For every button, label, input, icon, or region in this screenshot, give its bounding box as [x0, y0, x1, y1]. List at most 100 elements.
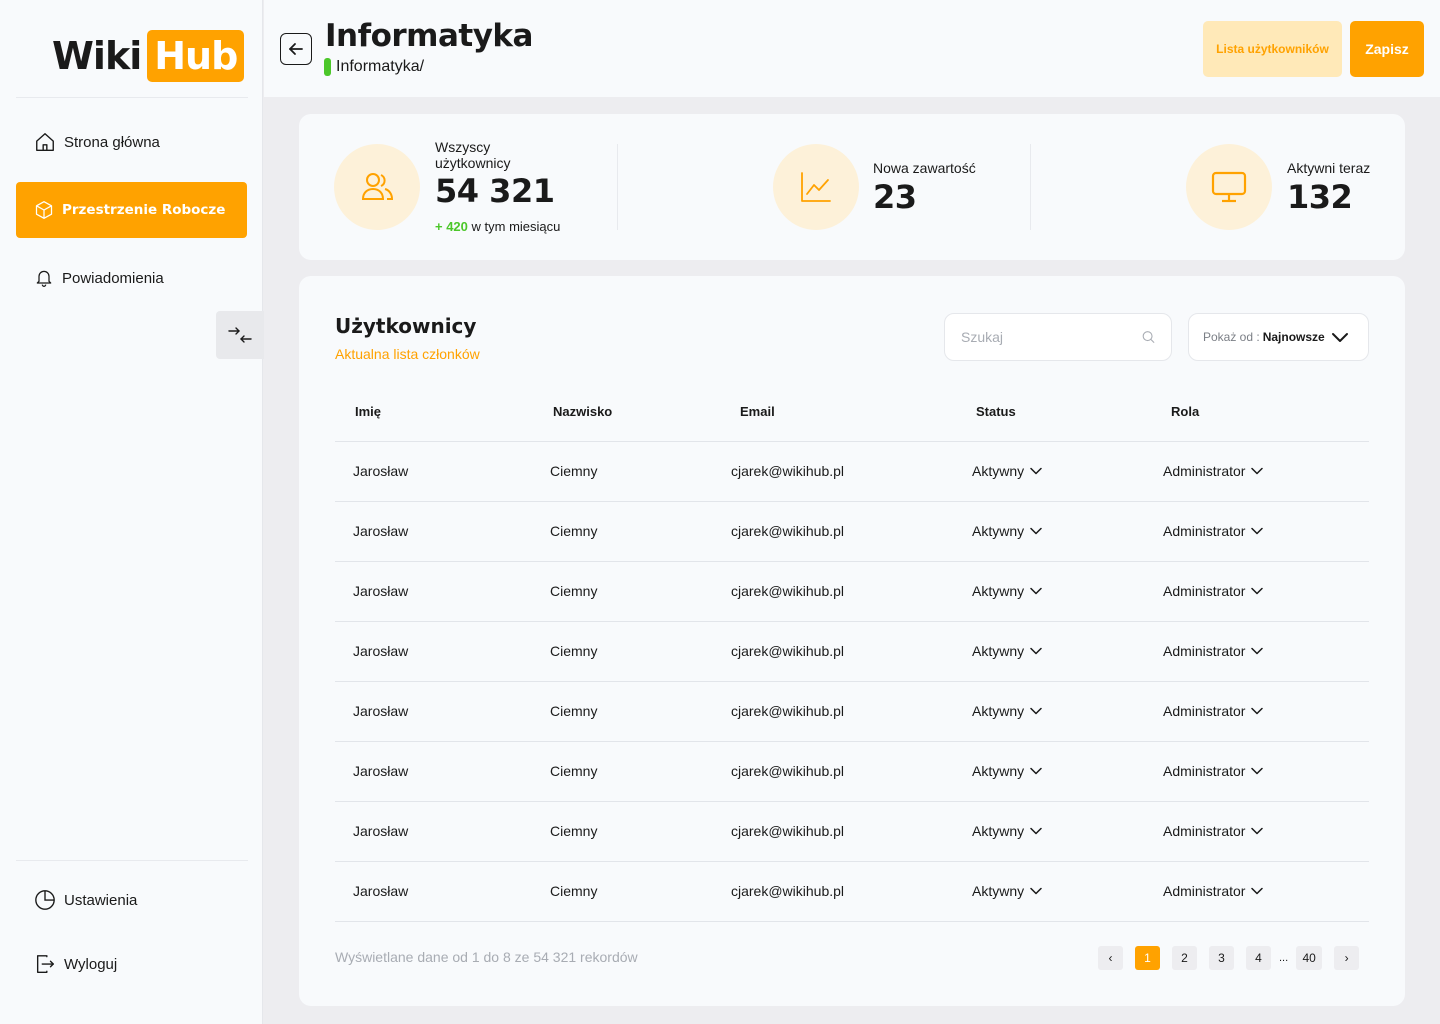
email-text: cjarek@wikihub.pl: [731, 823, 845, 839]
chevron-down-icon: [1251, 767, 1264, 775]
role-dropdown[interactable]: Administrator: [1163, 583, 1264, 599]
table-row[interactable]: Jarosław Ciemny cjarek@wikihub.pl Aktywny Ad…: [335, 681, 1369, 742]
table-row[interactable]: Jarosław Ciemny cjarek@wikihub.pl Aktywny Ad…: [335, 741, 1369, 802]
pagination-prev-button[interactable]: ‹: [1098, 946, 1123, 970]
email-text: cjarek@wikihub.pl: [731, 883, 845, 899]
sidebar-item-workspaces[interactable]: Przestrzenie Robocze: [16, 182, 247, 238]
sidebar-item-home[interactable]: Strona główna: [16, 114, 247, 170]
last-name-text: Ciemny: [550, 823, 598, 839]
last-name-text: Ciemny: [550, 763, 598, 779]
status-dropdown[interactable]: Aktywny: [972, 523, 1042, 539]
arrow-left-icon: [289, 43, 303, 55]
logo[interactable]: Wiki Hub: [52, 30, 245, 82]
pagination-page-button[interactable]: 2: [1172, 946, 1197, 970]
table-row[interactable]: Jarosław Ciemny cjarek@wikihub.pl Aktywny Ad…: [335, 501, 1369, 562]
status-dropdown[interactable]: Aktywny: [972, 883, 1042, 899]
sidebar-item-logout[interactable]: Wyloguj: [16, 936, 247, 992]
cell-first-name: Jarosław: [335, 561, 533, 622]
chevron-down-icon: [1030, 647, 1042, 655]
collapse-sidebar-button[interactable]: [216, 311, 264, 359]
pagination-page-button[interactable]: 4: [1246, 946, 1271, 970]
cell-email: cjarek@wikihub.pl: [714, 801, 956, 862]
status-dropdown[interactable]: Aktywny: [972, 583, 1042, 599]
chevron-down-icon: [1331, 333, 1348, 342]
stat-divider: [617, 144, 618, 230]
column-header-first-name[interactable]: Imię: [335, 382, 533, 442]
first-name-text: Jarosław: [353, 883, 409, 899]
status-value: Aktywny: [972, 703, 1025, 719]
first-name-text: Jarosław: [353, 823, 409, 839]
users-panel-title: Użytkownicy: [335, 314, 477, 338]
table-row[interactable]: Jarosław Ciemny cjarek@wikihub.pl Aktywny Ad…: [335, 801, 1369, 862]
save-button[interactable]: Zapisz: [1350, 21, 1424, 77]
role-dropdown[interactable]: Administrator: [1163, 643, 1264, 659]
cell-last-name: Ciemny: [533, 501, 714, 562]
table-row[interactable]: Jarosław Ciemny cjarek@wikihub.pl Aktywny Ad…: [335, 861, 1369, 922]
search-input[interactable]: [961, 329, 1142, 345]
status-value: Aktywny: [972, 883, 1025, 899]
first-name-text: Jarosław: [353, 463, 409, 479]
stat-users-delta: + 420 w tym miesiącu: [435, 219, 560, 234]
stat-content-label: Nowa zawartość: [873, 160, 976, 176]
status-dropdown[interactable]: Aktywny: [972, 763, 1042, 779]
status-dropdown[interactable]: Aktywny: [972, 643, 1042, 659]
pagination-page-button[interactable]: 40: [1296, 946, 1323, 970]
table-row[interactable]: Jarosław Ciemny cjarek@wikihub.pl Aktywny Ad…: [335, 561, 1369, 622]
cell-status: Aktywny: [956, 861, 1147, 922]
logo-hub-text: Hub: [147, 30, 245, 82]
chevron-down-icon: [1251, 647, 1264, 655]
search-icon[interactable]: [1142, 327, 1155, 347]
chevron-down-icon: [1030, 887, 1042, 895]
status-value: Aktywny: [972, 823, 1025, 839]
sidebar-item-notifications[interactable]: Powiadomienia: [16, 250, 247, 306]
sidebar-item-settings[interactable]: Ustawienia: [16, 872, 247, 928]
status-value: Aktywny: [972, 583, 1025, 599]
status-dropdown[interactable]: Aktywny: [972, 463, 1042, 479]
role-value: Administrator: [1163, 583, 1246, 599]
search-box[interactable]: [944, 313, 1172, 361]
first-name-text: Jarosław: [353, 703, 409, 719]
column-header-status[interactable]: Status: [956, 382, 1147, 442]
sidebar-item-label: Ustawienia: [64, 891, 138, 909]
status-dropdown[interactable]: Aktywny: [972, 823, 1042, 839]
table-row[interactable]: Jarosław Ciemny cjarek@wikihub.pl Aktywny Ad…: [335, 441, 1369, 502]
role-dropdown[interactable]: Administrator: [1163, 523, 1264, 539]
sidebar-item-label: Wyloguj: [64, 955, 118, 973]
sidebar-divider: [16, 97, 248, 98]
column-header-last-name[interactable]: Nazwisko: [533, 382, 714, 442]
role-dropdown[interactable]: Administrator: [1163, 763, 1264, 779]
sidebar-item-label: Powiadomienia: [62, 269, 164, 287]
column-header-role[interactable]: Rola: [1147, 382, 1369, 442]
chevron-down-icon: [1251, 467, 1264, 475]
chevron-down-icon: [1030, 527, 1042, 535]
users-list-button[interactable]: Lista użytkowników: [1203, 21, 1342, 77]
pagination-page-button[interactable]: 3: [1209, 946, 1234, 970]
status-value: Aktywny: [972, 763, 1025, 779]
cell-last-name: Ciemny: [533, 741, 714, 802]
users-panel: Użytkownicy Aktualna lista członków Poka…: [299, 276, 1405, 1006]
status-dropdown[interactable]: Aktywny: [972, 703, 1042, 719]
sort-dropdown[interactable]: Pokaż od : Najnowsze: [1188, 313, 1369, 361]
role-dropdown[interactable]: Administrator: [1163, 883, 1264, 899]
back-button[interactable]: [280, 33, 312, 65]
pagination-next-button[interactable]: ›: [1334, 946, 1360, 970]
pagination-page-button[interactable]: 1: [1135, 946, 1160, 970]
cell-first-name: Jarosław: [335, 501, 533, 562]
cell-status: Aktywny: [956, 621, 1147, 682]
cube-icon: [35, 201, 53, 219]
email-text: cjarek@wikihub.pl: [731, 583, 845, 599]
role-dropdown[interactable]: Administrator: [1163, 463, 1264, 479]
role-value: Administrator: [1163, 463, 1246, 479]
cell-first-name: Jarosław: [335, 441, 533, 502]
page-title: Informatyka: [325, 18, 533, 54]
cell-last-name: Ciemny: [533, 561, 714, 622]
role-dropdown[interactable]: Administrator: [1163, 703, 1264, 719]
sidebar: Wiki Hub Strona główna Przestrzenie Robo…: [0, 0, 264, 1024]
column-header-email[interactable]: Email: [714, 382, 956, 442]
table-row[interactable]: Jarosław Ciemny cjarek@wikihub.pl Aktywny Ad…: [335, 621, 1369, 682]
chevron-down-icon: [1030, 467, 1042, 475]
stat-users-label: Wszyscy użytkownicy: [435, 139, 511, 171]
stat-users-delta-value: + 420: [435, 219, 468, 234]
breadcrumb-text[interactable]: Informatyka/: [336, 58, 424, 76]
role-dropdown[interactable]: Administrator: [1163, 823, 1264, 839]
